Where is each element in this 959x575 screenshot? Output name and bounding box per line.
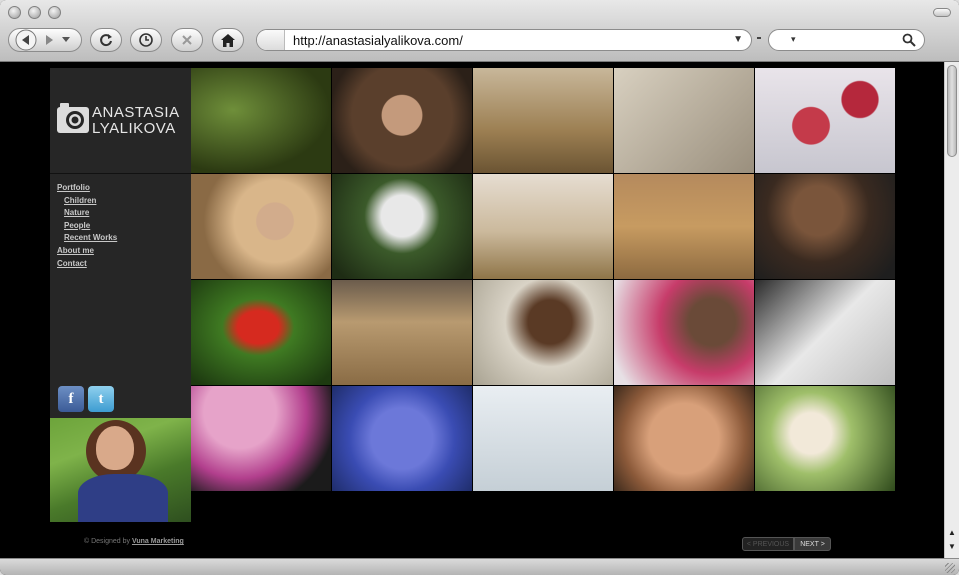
back-arrow-icon bbox=[15, 29, 37, 51]
gallery-thumbnail[interactable] bbox=[614, 280, 754, 385]
chevron-down-icon[interactable]: ▼ bbox=[733, 34, 743, 45]
chevron-down-icon bbox=[62, 37, 70, 42]
footer-prefix: © Designed by bbox=[84, 538, 132, 545]
pagination: < PREVIOUS NEXT > bbox=[742, 537, 831, 551]
gallery-thumbnail[interactable] bbox=[191, 174, 331, 279]
previous-page-button[interactable]: < PREVIOUS bbox=[742, 537, 794, 551]
gallery-thumbnail[interactable] bbox=[191, 68, 331, 173]
gallery-thumbnail[interactable] bbox=[191, 386, 331, 491]
gallery-thumbnail[interactable] bbox=[473, 68, 613, 173]
gallery-thumbnail[interactable] bbox=[614, 386, 754, 491]
reload-button[interactable] bbox=[90, 28, 122, 52]
logo-last-name: LYALIKOVA bbox=[92, 120, 176, 137]
address-text: http://anastasialyalikova.com/ bbox=[293, 32, 463, 48]
nav-people[interactable]: People bbox=[57, 220, 117, 233]
gallery-thumbnail[interactable] bbox=[473, 174, 613, 279]
search-field[interactable]: ▾ bbox=[768, 29, 925, 51]
browser-toolbar: http://anastasialyalikova.com/ ▼ ▾ bbox=[0, 0, 959, 62]
toolbar-toggle-button[interactable] bbox=[933, 8, 951, 17]
gallery-thumbnail[interactable] bbox=[332, 280, 472, 385]
toolbar-separator bbox=[757, 37, 761, 39]
social-links: f t bbox=[58, 386, 114, 412]
search-icon[interactable] bbox=[902, 33, 916, 47]
history-dropdown-button[interactable] bbox=[59, 37, 73, 43]
back-button[interactable] bbox=[13, 29, 39, 51]
status-bar bbox=[0, 558, 959, 575]
gallery-thumbnail[interactable] bbox=[191, 280, 331, 385]
gallery-thumbnail[interactable] bbox=[755, 280, 895, 385]
footer-credit: © Designed by Vuna Marketing bbox=[84, 538, 184, 545]
minimize-window-button[interactable] bbox=[28, 6, 41, 19]
site-icon bbox=[257, 30, 285, 50]
browser-window: http://anastasialyalikova.com/ ▼ ▾ ANAST… bbox=[0, 0, 959, 575]
gallery-thumbnail[interactable] bbox=[473, 386, 613, 491]
nav-about-me[interactable]: About me bbox=[57, 245, 117, 258]
nav-nature[interactable]: Nature bbox=[57, 207, 117, 220]
gallery-thumbnail[interactable] bbox=[473, 280, 613, 385]
search-engine-dropdown-icon[interactable]: ▾ bbox=[791, 34, 796, 45]
page-viewport: ANASTASIA LYALIKOVA Portfolio Children N… bbox=[0, 62, 944, 558]
gallery-thumbnail[interactable] bbox=[332, 68, 472, 173]
home-icon bbox=[221, 33, 235, 47]
back-forward-group bbox=[8, 28, 82, 52]
scroll-up-icon[interactable]: ▲ bbox=[948, 528, 956, 537]
clock-icon bbox=[139, 33, 153, 47]
home-button[interactable] bbox=[212, 28, 244, 52]
scroll-down-icon[interactable]: ▼ bbox=[948, 542, 956, 551]
site-logo[interactable]: ANASTASIA LYALIKOVA bbox=[50, 68, 191, 174]
gallery-thumbnail[interactable] bbox=[755, 68, 895, 173]
gallery-thumbnail[interactable] bbox=[614, 174, 754, 279]
footer-designer-link[interactable]: Vuna Marketing bbox=[132, 538, 184, 545]
nav-contact[interactable]: Contact bbox=[57, 258, 117, 271]
twitter-icon[interactable]: t bbox=[88, 386, 114, 412]
gallery-thumbnail[interactable] bbox=[755, 174, 895, 279]
gallery-thumbnail[interactable] bbox=[332, 386, 472, 491]
camera-icon bbox=[57, 103, 89, 133]
address-bar[interactable]: http://anastasialyalikova.com/ ▼ bbox=[256, 29, 752, 51]
nav-children[interactable]: Children bbox=[57, 195, 117, 208]
photo-gallery bbox=[191, 68, 895, 492]
site-navigation: Portfolio Children Nature People Recent … bbox=[57, 182, 117, 270]
nav-portfolio[interactable]: Portfolio bbox=[57, 182, 117, 195]
stop-button[interactable] bbox=[171, 28, 203, 52]
close-window-button[interactable] bbox=[8, 6, 21, 19]
forward-arrow-icon bbox=[46, 35, 53, 45]
nav-recent-works[interactable]: Recent Works bbox=[57, 232, 117, 245]
reload-icon bbox=[100, 34, 112, 47]
sidebar: ANASTASIA LYALIKOVA Portfolio Children N… bbox=[50, 68, 191, 418]
logo-first-name: ANASTASIA bbox=[92, 104, 180, 121]
next-page-button[interactable]: NEXT > bbox=[794, 537, 831, 551]
close-icon bbox=[182, 35, 192, 45]
forward-button[interactable] bbox=[39, 34, 59, 46]
scrollbar-thumb[interactable] bbox=[947, 65, 957, 157]
gallery-thumbnail[interactable] bbox=[332, 174, 472, 279]
history-button[interactable] bbox=[130, 28, 162, 52]
vertical-scrollbar[interactable]: ▲ ▼ bbox=[944, 62, 959, 558]
facebook-icon[interactable]: f bbox=[58, 386, 84, 412]
gallery-thumbnail[interactable] bbox=[755, 386, 895, 491]
profile-photo bbox=[50, 418, 191, 522]
resize-grip-icon[interactable] bbox=[945, 563, 955, 573]
zoom-window-button[interactable] bbox=[48, 6, 61, 19]
gallery-thumbnail[interactable] bbox=[614, 68, 754, 173]
